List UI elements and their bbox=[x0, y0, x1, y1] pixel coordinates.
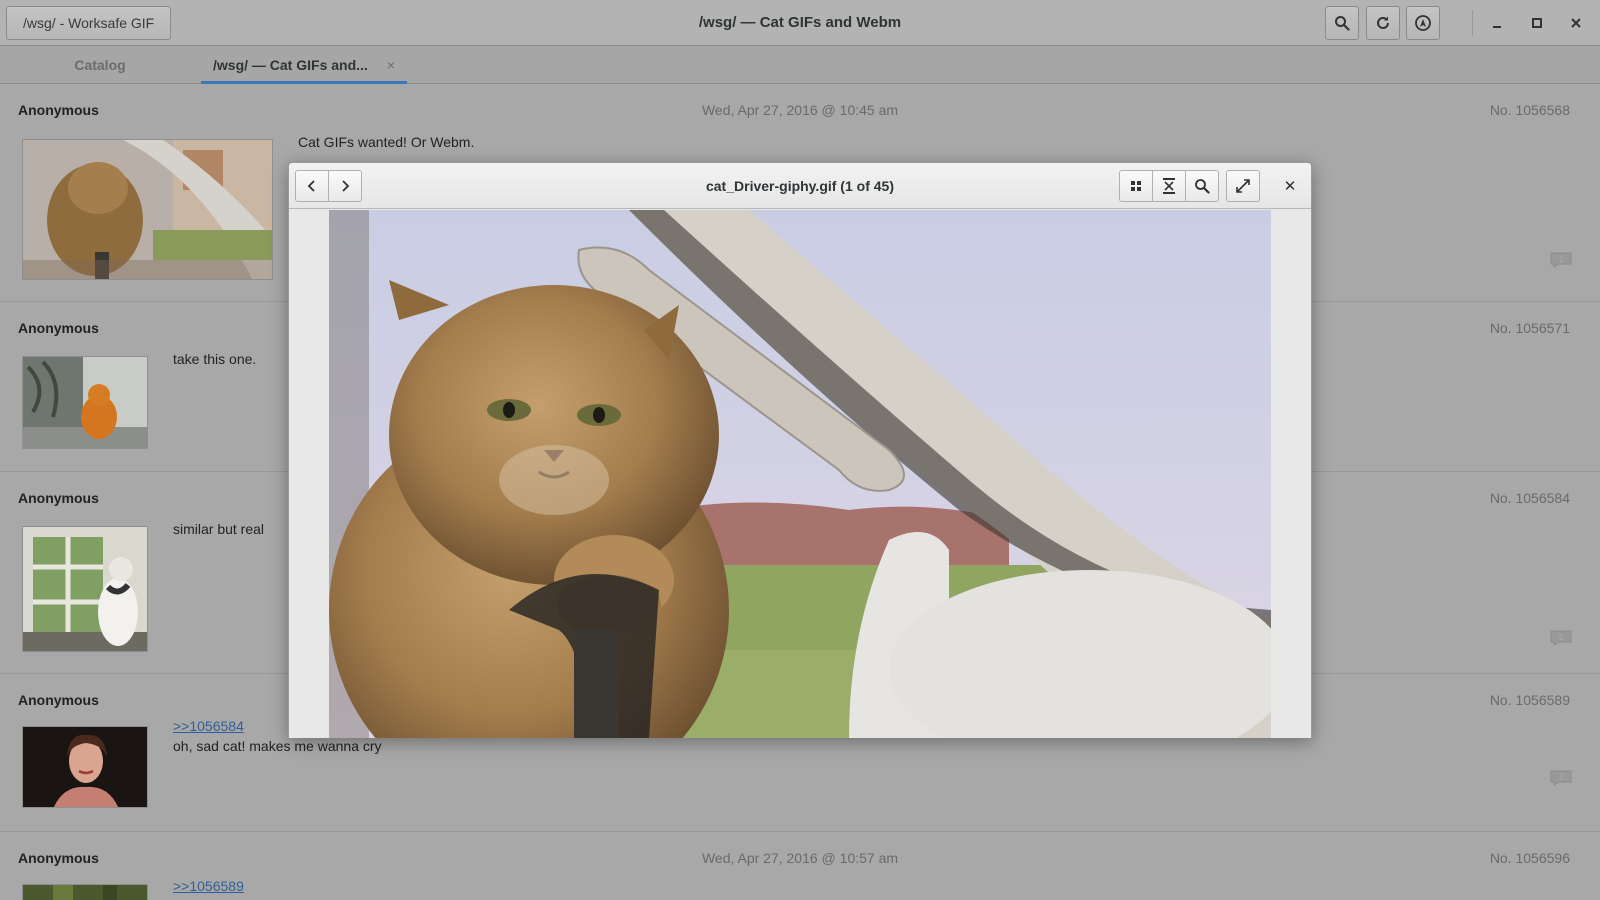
viewer-header: cat_Driver-giphy.gif (1 of 45) ✕ bbox=[289, 163, 1311, 209]
tab-catalog[interactable]: Catalog bbox=[0, 46, 200, 84]
minimize-button[interactable] bbox=[1482, 8, 1512, 38]
minimize-icon bbox=[1493, 26, 1501, 28]
board-button[interactable]: /wsg/ - Worksafe GIF bbox=[6, 6, 172, 40]
image-viewer-dialog: cat_Driver-giphy.gif (1 of 45) ✕ bbox=[288, 162, 1312, 738]
post-author: Anonymous bbox=[18, 490, 99, 506]
post-author: Anonymous bbox=[18, 692, 99, 708]
fit-height-button[interactable] bbox=[1152, 170, 1186, 202]
post-text: Cat GIFs wanted! Or Webm. bbox=[298, 134, 475, 150]
viewer-body bbox=[289, 210, 1311, 738]
post-thumbnail[interactable] bbox=[22, 526, 148, 652]
tab-bar: Catalog /wsg/ — Cat GIFs and... × bbox=[0, 46, 1600, 84]
post-number[interactable]: No. 1056571 bbox=[1490, 320, 1570, 336]
fullscreen-icon bbox=[1236, 179, 1250, 193]
reply-count-icon[interactable]: 2 bbox=[1550, 770, 1572, 786]
tab-thread-label: /wsg/ — Cat GIFs and... bbox=[213, 57, 368, 73]
svg-text:1: 1 bbox=[1559, 255, 1564, 264]
post-number[interactable]: No. 1056584 bbox=[1490, 490, 1570, 506]
post-text: oh, sad cat! makes me wanna cry bbox=[173, 738, 382, 754]
header-bar: /wsg/ - Worksafe GIF /wsg/ — Cat GIFs an… bbox=[0, 0, 1600, 46]
post-text: take this one. bbox=[173, 351, 257, 367]
reply-count-icon[interactable]: 2 bbox=[1550, 630, 1572, 646]
reply-count-icon[interactable]: 1 bbox=[1550, 252, 1572, 268]
post-number[interactable]: No. 1056589 bbox=[1490, 692, 1570, 708]
post-thumbnail[interactable] bbox=[22, 356, 148, 449]
viewer-image[interactable] bbox=[329, 210, 1271, 738]
refresh-button[interactable] bbox=[1366, 6, 1400, 40]
post-number[interactable]: No. 1056568 bbox=[1490, 102, 1570, 118]
search-button[interactable] bbox=[1325, 6, 1359, 40]
tab-thread[interactable]: /wsg/ — Cat GIFs and... × bbox=[201, 46, 407, 84]
post-date: Wed, Apr 27, 2016 @ 10:57 am bbox=[701, 850, 899, 866]
close-viewer-button[interactable]: ✕ bbox=[1273, 170, 1307, 202]
post-thumbnail[interactable] bbox=[22, 726, 148, 808]
bookmark-icon bbox=[1415, 15, 1431, 31]
svg-text:2: 2 bbox=[1559, 633, 1564, 642]
zoom-button[interactable] bbox=[1185, 170, 1219, 202]
maximize-button[interactable] bbox=[1522, 8, 1552, 38]
close-window-button[interactable] bbox=[1561, 8, 1591, 38]
gallery-grid-button[interactable] bbox=[1119, 170, 1153, 202]
post-quote-link[interactable]: >>1056589 bbox=[173, 876, 244, 896]
post-text-block: >>1056589 bbox=[173, 876, 244, 896]
watch-thread-button[interactable] bbox=[1406, 6, 1440, 40]
zoom-icon bbox=[1195, 179, 1210, 194]
post-thumbnail[interactable] bbox=[22, 884, 148, 900]
post-text: similar but real bbox=[173, 521, 265, 537]
post-number[interactable]: No. 1056596 bbox=[1490, 850, 1570, 866]
close-icon bbox=[1571, 18, 1581, 28]
svg-text:2: 2 bbox=[1559, 773, 1564, 782]
window-title: /wsg/ — Cat GIFs and Webm bbox=[698, 14, 902, 31]
tab-close-icon[interactable]: × bbox=[387, 46, 395, 84]
grid-icon bbox=[1131, 181, 1141, 191]
post-author: Anonymous bbox=[18, 320, 99, 336]
search-icon bbox=[1335, 16, 1350, 31]
refresh-icon bbox=[1377, 16, 1389, 29]
maximize-icon bbox=[1532, 18, 1542, 28]
fit-height-icon bbox=[1163, 178, 1175, 194]
post-date: Wed, Apr 27, 2016 @ 10:45 am bbox=[701, 102, 899, 118]
post-thumbnail[interactable] bbox=[22, 139, 273, 280]
header-separator bbox=[1472, 10, 1473, 36]
fullscreen-button[interactable] bbox=[1226, 170, 1260, 202]
post: Anonymous Wed, Apr 27, 2016 @ 10:57 am N… bbox=[0, 832, 1600, 900]
